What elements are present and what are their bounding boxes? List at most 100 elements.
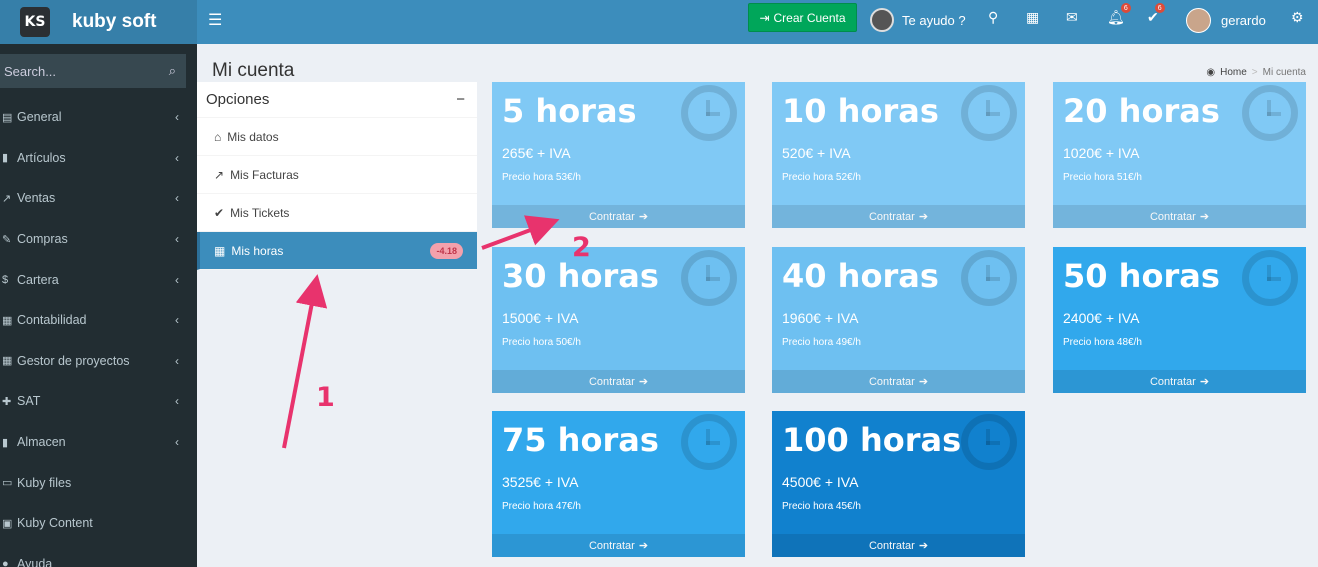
option-mis-facturas[interactable]: ↗ Mis Facturas [197, 156, 477, 194]
contratar-button[interactable]: Contratar ➔ [1053, 370, 1306, 393]
sidebar-item-icon: ✎ [2, 233, 12, 246]
sidebar-item-kuby-files[interactable]: ▭ Kuby files [0, 462, 197, 503]
sidebar-item-label: Kuby Content [17, 516, 93, 531]
map-marker-icon[interactable]: ⚲ [988, 9, 998, 26]
pack-price: 3525€ + IVA [502, 474, 579, 490]
sidebar-item-almacen[interactable]: ▮ Almacen ‹ [0, 422, 197, 463]
sidebar-item-label: Artículos [17, 150, 66, 165]
pack-price: 1500€ + IVA [502, 310, 579, 326]
page-title: Mi cuenta [212, 60, 295, 81]
sidebar-item-sat[interactable]: ✚ SAT ‹ [0, 381, 197, 422]
hours-pack-card: 5 horas 265€ + IVA Precio hora 53€/h Con… [492, 82, 745, 228]
create-account-button[interactable]: ⇥ Crear Cuenta [748, 3, 857, 32]
settings-gears-icon[interactable]: ⚙ [1291, 9, 1304, 26]
annotation-label-2: 2 [572, 232, 591, 263]
bell-icon[interactable]: 🔔︎ 6 [1107, 3, 1131, 26]
menu-toggle-icon[interactable]: ☰ [208, 10, 222, 30]
sign-in-icon: ⇥ [759, 10, 770, 25]
sidebar-item-label: General [17, 110, 62, 125]
sidebar-item-gestor-de-proyectos[interactable]: ▦ Gestor de proyectos ‹ [0, 341, 197, 382]
pack-rate: Precio hora 47€/h [502, 501, 581, 512]
sidebar-item-label: Kuby files [17, 475, 72, 490]
pack-rate: Precio hora 48€/h [1063, 337, 1142, 348]
sidebar-item-icon: ▮ [2, 436, 9, 449]
contratar-button[interactable]: Contratar ➔ [772, 534, 1025, 557]
chevron-left-icon: ‹ [175, 394, 179, 409]
sidebar-item-ventas[interactable]: ↗ Ventas ‹ [0, 178, 197, 219]
sidebar-item-ayuda[interactable]: ● Ayuda [0, 544, 197, 567]
annotation-label-1: 1 [316, 382, 335, 413]
search-icon[interactable]: ⌕ [169, 63, 176, 79]
pack-rate: Precio hora 52€/h [782, 172, 861, 183]
sidebar-item-label: Almacen [17, 435, 66, 450]
sidebar-item-label: SAT [17, 394, 41, 409]
helper-avatar [870, 8, 894, 32]
user-avatar [1186, 8, 1211, 33]
sidebar-item-contabilidad[interactable]: ▦ Contabilidad ‹ [0, 300, 197, 341]
clock-icon [961, 85, 1017, 141]
contratar-label: Contratar [1149, 375, 1196, 388]
sidebar-search[interactable]: Search... ⌕ [0, 54, 186, 88]
option-icon: ▦ [214, 243, 226, 258]
user-menu[interactable]: gerardo [1186, 8, 1266, 33]
pack-rate: Precio hora 45€/h [782, 501, 861, 512]
contratar-button[interactable]: Contratar ➔ [492, 534, 745, 557]
option-label: Mis horas [231, 243, 284, 258]
option-mis-tickets[interactable]: ✔ Mis Tickets [197, 194, 477, 232]
contratar-button[interactable]: Contratar ➔ [1053, 205, 1306, 228]
sidebar-item-artículos[interactable]: ▮ Artículos ‹ [0, 138, 197, 179]
search-input[interactable]: Search... [4, 64, 56, 79]
sidebar-item-compras[interactable]: ✎ Compras ‹ [0, 219, 197, 260]
sidebar-item-icon: ● [2, 557, 9, 567]
sidebar-menu: ▤ General ‹ ▮ Artículos ‹ ↗ Ventas ‹ ✎ Comp… [0, 97, 197, 567]
contratar-button[interactable]: Contratar ➔ [492, 370, 745, 393]
help-link[interactable]: Te ayudo ? [870, 8, 966, 32]
sidebar-item-icon: ▣ [2, 517, 13, 530]
hours-pack-card: 20 horas 1020€ + IVA Precio hora 51€/h C… [1053, 82, 1306, 228]
envelope-icon[interactable]: ✉ [1066, 9, 1078, 26]
hours-pack-card: 75 horas 3525€ + IVA Precio hora 47€/h C… [492, 411, 745, 557]
sidebar-item-icon: ✚ [2, 395, 12, 408]
contratar-button[interactable]: Contratar ➔ [772, 370, 1025, 393]
top-navbar: KS kuby soft ☰ ⇥ Crear Cuenta Te ayudo ?… [0, 0, 1318, 44]
arrow-circle-right-icon: ➔ [1199, 211, 1210, 223]
arrow-circle-right-icon: ➔ [918, 376, 929, 388]
sidebar-item-label: Ventas [17, 191, 56, 206]
logo-mark: KS [20, 7, 50, 37]
chevron-left-icon: ‹ [175, 435, 179, 450]
clock-icon [681, 85, 737, 141]
annotation-arrow-1 [282, 274, 328, 449]
sidebar-item-cartera[interactable]: $ Cartera ‹ [0, 259, 197, 300]
arrow-circle-right-icon: ➔ [638, 376, 649, 388]
collapse-icon[interactable]: − [456, 91, 465, 108]
pack-price: 4500€ + IVA [782, 474, 859, 490]
clock-icon [681, 414, 737, 470]
calendar-icon[interactable]: ▦ [1026, 9, 1039, 26]
contratar-button[interactable]: Contratar ➔ [492, 205, 745, 228]
sidebar-item-kuby-content[interactable]: ▣ Kuby Content [0, 503, 197, 544]
breadcrumb-home[interactable]: Home [1220, 67, 1247, 78]
hours-pack-card: 50 horas 2400€ + IVA Precio hora 48€/h C… [1053, 247, 1306, 393]
option-mis-horas[interactable]: ▦ Mis horas -4.18 [197, 232, 477, 270]
arrow-circle-right-icon: ➔ [1199, 376, 1210, 388]
pack-price: 1020€ + IVA [1063, 145, 1140, 161]
breadcrumb-separator: > [1251, 67, 1258, 78]
sidebar-item-general[interactable]: ▤ General ‹ [0, 97, 197, 138]
tasks-icon[interactable]: ✔ 6 [1147, 3, 1165, 26]
contratar-label: Contratar [1149, 210, 1196, 223]
logo[interactable]: KS kuby soft [0, 0, 197, 44]
breadcrumb-current: Mi cuenta [1262, 67, 1306, 78]
pack-title: 75 horas [502, 421, 659, 459]
pack-price: 520€ + IVA [782, 145, 851, 161]
pack-title: 20 horas [1063, 92, 1220, 130]
pack-rate: Precio hora 49€/h [782, 337, 861, 348]
contratar-button[interactable]: Contratar ➔ [772, 205, 1025, 228]
arrow-circle-right-icon: ➔ [638, 211, 649, 223]
hours-pack-card: 40 horas 1960€ + IVA Precio hora 49€/h C… [772, 247, 1025, 393]
chevron-left-icon: ‹ [175, 313, 179, 328]
option-mis-datos[interactable]: ⌂ Mis datos [197, 118, 477, 156]
create-account-label: Crear Cuenta [773, 10, 846, 25]
pack-rate: Precio hora 51€/h [1063, 172, 1142, 183]
contratar-label: Contratar [868, 210, 915, 223]
pack-price: 1960€ + IVA [782, 310, 859, 326]
